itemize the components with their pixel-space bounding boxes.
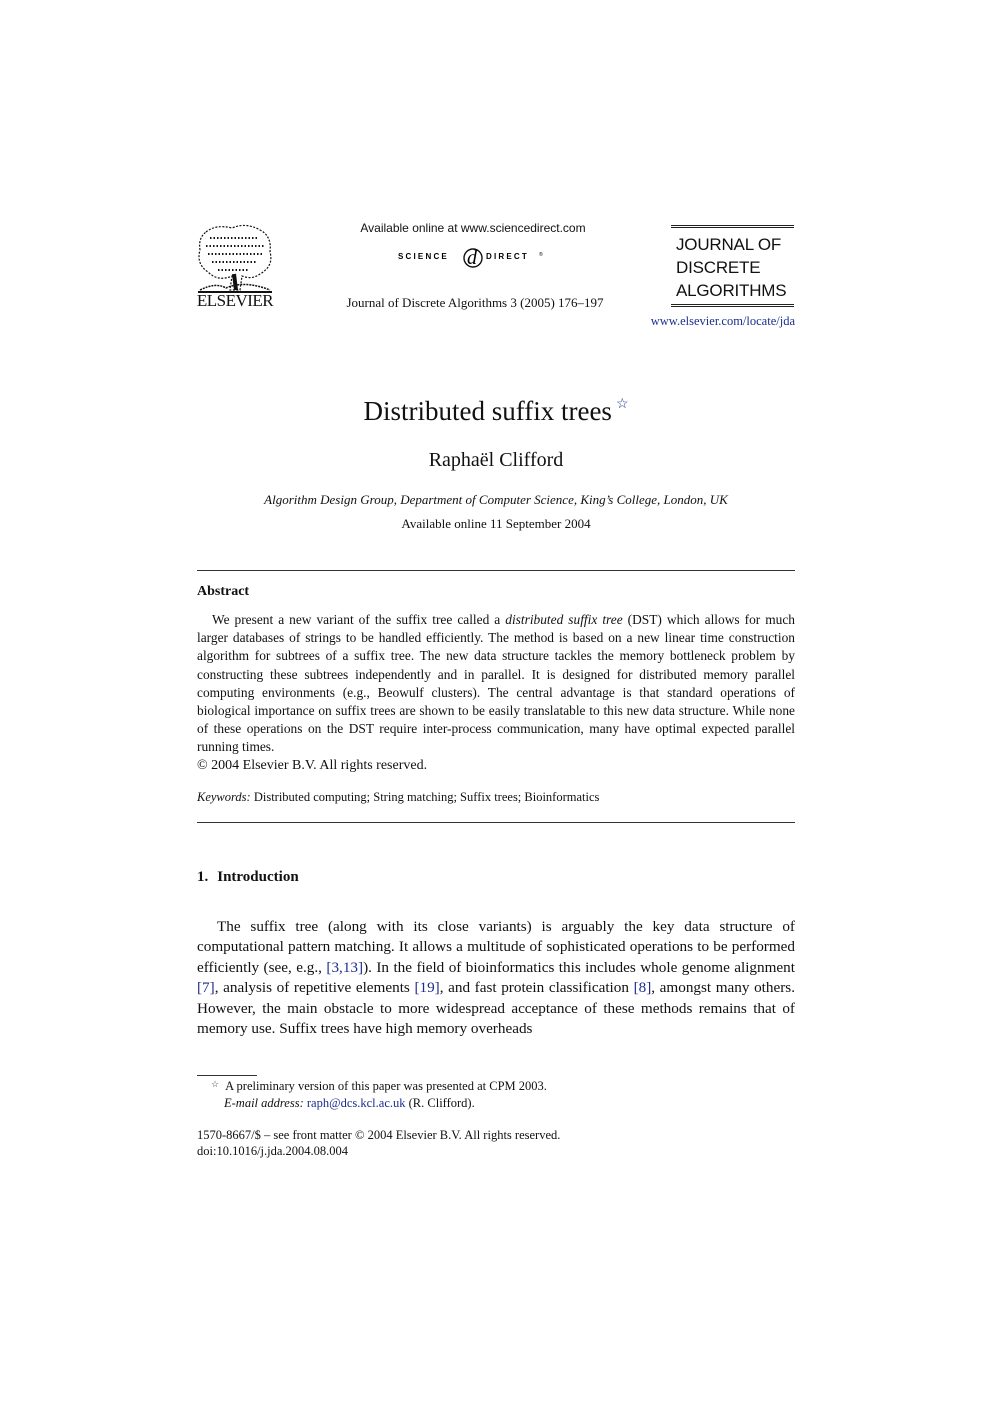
available-online-text: Available online at www.sciencedirect.co…: [360, 221, 586, 235]
email-label: E-mail address:: [224, 1096, 304, 1110]
footnote-text: A preliminary version of this paper was …: [225, 1079, 547, 1093]
citation-link[interactable]: [3,13]: [326, 959, 363, 976]
journal-logo-line: DISCRETE: [676, 258, 761, 277]
abstract-text-part: We present a new variant of the suffix t…: [212, 612, 506, 627]
intro-text-part: ). In the field of bioinformatics this i…: [363, 958, 795, 976]
intro-text-part: , analysis of repetitive elements: [214, 979, 415, 997]
journal-logo-line: JOURNAL OF: [676, 235, 782, 254]
section-title: Introduction: [217, 869, 299, 885]
abstract-copyright: © 2004 Elsevier B.V. All rights reserved…: [197, 758, 428, 773]
sciencedirect-right: DIRECT: [486, 252, 529, 261]
intro-text-part: , and fast protein classification: [439, 979, 634, 997]
citation-link[interactable]: [8]: [634, 979, 652, 996]
abstract-body: We present a new variant of the suffix t…: [197, 611, 795, 757]
email-suffix: (R. Clifford).: [405, 1096, 475, 1110]
section-number: 1.: [197, 869, 209, 885]
available-online-date: Available online 11 September 2004: [401, 516, 591, 531]
journal-citation: Journal of Discrete Algorithms 3 (2005) …: [346, 295, 604, 310]
abstract-top-rule: [197, 570, 795, 571]
sciencedirect-mark: d: [467, 247, 478, 269]
keywords-label: Keywords:: [197, 790, 251, 804]
citation-link[interactable]: [19]: [414, 979, 439, 996]
keywords: Keywords: Distributed computing; String …: [197, 790, 599, 805]
footnote-star-icon: ☆: [211, 1079, 220, 1089]
abstract-italic-term: distributed suffix tree: [505, 612, 623, 627]
footnote-preliminary: ☆ A preliminary version of this paper was…: [211, 1079, 547, 1094]
paper-title: Distributed suffix trees ☆: [196, 396, 796, 427]
citation-link[interactable]: [7]: [197, 979, 215, 996]
email-link[interactable]: raph@dcs.kcl.ac.uk: [307, 1096, 406, 1110]
abstract-text-part: (DST) which allows for much larger datab…: [197, 612, 795, 755]
elsevier-wordmark: ELSEVIER: [196, 291, 274, 310]
doi: doi:10.1016/j.jda.2004.08.004: [197, 1144, 349, 1158]
keywords-list: Distributed computing; String matching; …: [253, 790, 600, 804]
affiliation: Algorithm Design Group, Department of Co…: [264, 492, 728, 507]
footnote-email: E-mail address: raph@dcs.kcl.ac.uk (R. C…: [224, 1096, 475, 1111]
author-name: Raphaël Clifford: [428, 449, 564, 471]
journal-logo-line: ALGORITHMS: [676, 281, 787, 300]
footnote-rule: [197, 1075, 257, 1076]
abstract-bottom-rule: [197, 822, 795, 823]
title-footnote-star-icon[interactable]: ☆: [616, 397, 629, 412]
abstract-heading: Abstract: [197, 584, 250, 599]
sciencedirect-left: SCIENCE: [398, 252, 449, 261]
section-heading-introduction: 1. Introduction: [197, 869, 299, 886]
journal-logo: JOURNAL OF DISCRETE ALGORITHMS: [671, 225, 794, 307]
journal-url-link[interactable]: www.elsevier.com/locate/jda: [620, 314, 795, 329]
sciencedirect-logo: SCIENCE d DIRECT ®: [398, 247, 543, 269]
sciencedirect-reg: ®: [539, 251, 543, 258]
introduction-paragraph: The suffix tree (along with its close va…: [197, 917, 795, 1039]
front-matter-notice: 1570-8667/$ – see front matter © 2004 El…: [197, 1128, 561, 1142]
title-text: Distributed suffix trees: [363, 396, 612, 426]
